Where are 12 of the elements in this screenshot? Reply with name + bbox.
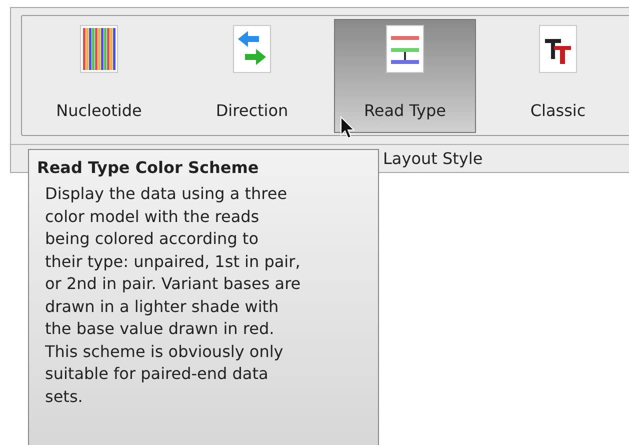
group-label: Layout Style [383,148,483,170]
colored-lines-icon [386,24,424,72]
tooltip-text: Display the data using a three color model with the reads being colored according to their type: unpaired, 1st in pair, or 2nd in pair. Variant bases are drawn in a lighter shade with the base value drawn in red. This scheme is obviously only suitable for paired-end data sets. [45,183,302,408]
arrows-icon [233,24,271,72]
toolbar-button[interactable]: Classic [487,18,629,132]
tooltip-title: Read Type Color Scheme [37,157,260,179]
color-stripes-icon [80,24,118,72]
cursor-icon [340,116,356,140]
font-icon [539,24,577,72]
toolbar-button[interactable]: Nucleotide [28,18,170,132]
toolbar-button[interactable]: Direction [181,18,323,132]
toolbar-button[interactable]: Read Type [334,18,476,132]
